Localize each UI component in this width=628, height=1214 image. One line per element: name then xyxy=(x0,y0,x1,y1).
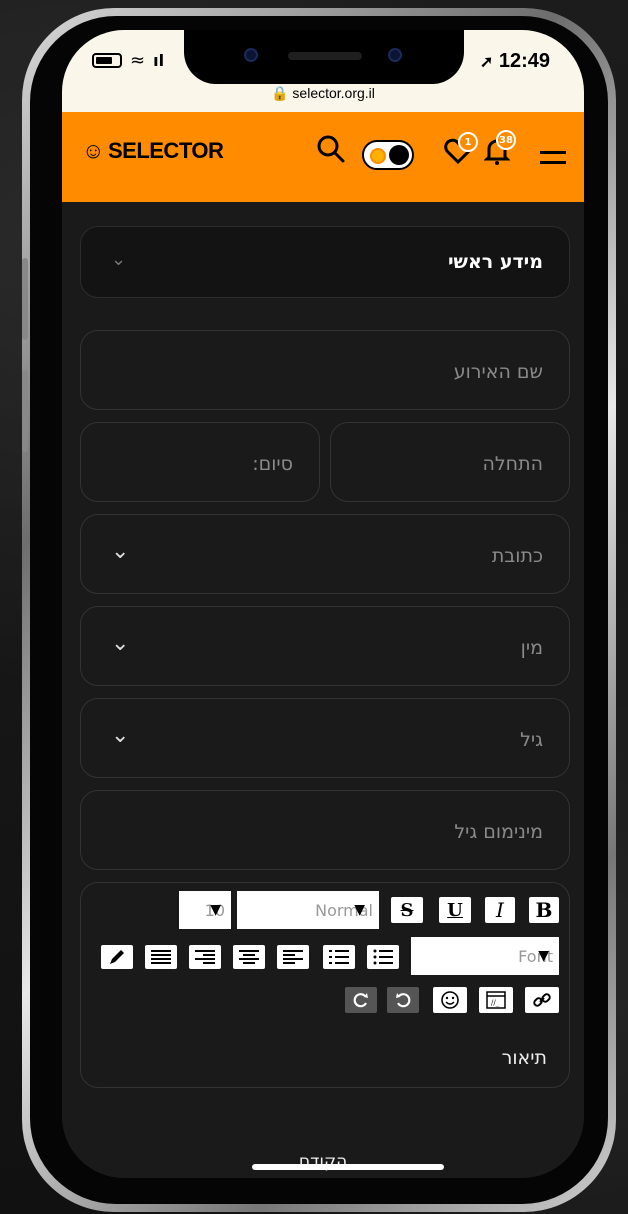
pencil-icon xyxy=(110,950,124,964)
notifications-badge: 38 xyxy=(496,130,516,150)
emoji-button[interactable] xyxy=(433,987,467,1013)
search-icon[interactable] xyxy=(316,134,346,171)
link-icon xyxy=(533,993,551,1007)
strikethrough-button[interactable]: S xyxy=(391,897,423,923)
event-name-field[interactable]: שם האירוע xyxy=(80,330,570,410)
bullet-list-icon xyxy=(373,949,393,965)
align-right-icon xyxy=(195,950,215,964)
chevron-down-icon: ⌄ xyxy=(111,631,130,656)
redo-icon xyxy=(353,993,368,1008)
screen: ≈ ıl ➚ 12:49 🔒 selector.org.il ☺ SELECTOR xyxy=(62,30,584,1178)
align-left-button[interactable] xyxy=(277,945,309,969)
font-select[interactable]: Font ▼ xyxy=(411,937,559,975)
description-editor[interactable]: B I U S Normal ▼ 10 ▼ Font ▼ //_ תיאור xyxy=(80,882,570,1088)
signal-icon: ıl xyxy=(153,51,165,70)
speaker xyxy=(288,52,362,60)
chevron-down-icon: ⌄ xyxy=(111,539,130,564)
gender-label: מין xyxy=(520,637,543,659)
notch xyxy=(184,30,464,84)
camera-icon xyxy=(388,48,402,62)
dropdown-arrow-icon: ▼ xyxy=(354,902,365,918)
code-icon: //_ xyxy=(486,991,506,1009)
align-right-button[interactable] xyxy=(189,945,221,969)
url-text: selector.org.il xyxy=(292,85,375,101)
align-center-button[interactable] xyxy=(233,945,265,969)
dropdown-arrow-icon: ▼ xyxy=(538,948,549,964)
chevron-down-icon: ⌄ xyxy=(111,249,127,270)
undo-icon xyxy=(396,993,411,1008)
side-button xyxy=(22,258,28,340)
camera-icon xyxy=(244,48,258,62)
bold-button[interactable]: B xyxy=(529,897,559,923)
code-button[interactable]: //_ xyxy=(479,987,513,1013)
logo-mask-icon: ☺ xyxy=(82,138,104,163)
logo[interactable]: ☺ SELECTOR xyxy=(82,138,224,164)
link-button[interactable] xyxy=(525,987,559,1013)
min-age-placeholder: מינימום גיל xyxy=(454,821,543,843)
dropdown-arrow-icon: ▼ xyxy=(210,902,221,918)
ordered-list-icon xyxy=(329,950,349,964)
form-content: מידע ראשי ⌄ שם האירוע התחלה סיום: כתובת … xyxy=(62,202,584,1178)
align-center-icon xyxy=(239,950,259,964)
side-button xyxy=(22,370,28,452)
sun-icon xyxy=(370,148,386,164)
min-age-field[interactable]: מינימום גיל xyxy=(80,790,570,870)
battery-icon xyxy=(92,53,122,68)
underline-button[interactable]: U xyxy=(439,897,471,923)
style-select[interactable]: Normal ▼ xyxy=(237,891,379,929)
home-indicator[interactable] xyxy=(252,1164,444,1170)
end-placeholder: סיום: xyxy=(252,453,293,475)
section-main-info[interactable]: מידע ראשי ⌄ xyxy=(80,226,570,298)
brand-text: SELECTOR xyxy=(107,138,224,163)
align-justify-icon xyxy=(151,950,171,964)
ordered-list-button[interactable] xyxy=(323,945,355,969)
align-left-icon xyxy=(283,950,303,964)
time-text: 12:49 xyxy=(498,50,550,72)
chevron-down-icon: ⌄ xyxy=(111,723,130,748)
menu-icon[interactable] xyxy=(540,142,566,175)
location-icon: ➚ xyxy=(479,54,494,71)
gender-select[interactable]: מין ⌄ xyxy=(80,606,570,686)
age-label: גיל xyxy=(520,729,543,751)
lock-icon: 🔒 xyxy=(271,85,289,101)
status-left: ≈ ıl xyxy=(92,50,164,71)
toggle-knob xyxy=(389,145,409,165)
emoji-icon xyxy=(441,991,459,1009)
site-header: ☺ SELECTOR 1 38 xyxy=(62,112,584,202)
url-bar[interactable]: 🔒 selector.org.il xyxy=(62,85,584,102)
status-bar: ≈ ıl ➚ 12:49 🔒 selector.org.il xyxy=(62,30,584,112)
end-field[interactable]: סיום: xyxy=(80,422,320,502)
text-color-button[interactable] xyxy=(101,945,133,969)
size-select[interactable]: 10 ▼ xyxy=(179,891,231,929)
event-name-placeholder: שם האירוע xyxy=(453,361,543,383)
wifi-icon: ≈ xyxy=(130,50,146,71)
favorites-badge: 1 xyxy=(458,132,478,152)
italic-button[interactable]: I xyxy=(485,897,515,923)
theme-toggle[interactable] xyxy=(362,140,414,170)
status-time: ➚ 12:49 xyxy=(480,50,550,73)
align-justify-button[interactable] xyxy=(145,945,177,969)
section-title: מידע ראשי xyxy=(447,251,543,273)
address-select[interactable]: כתובת ⌄ xyxy=(80,514,570,594)
start-field[interactable]: התחלה xyxy=(330,422,570,502)
address-label: כתובת xyxy=(491,545,543,567)
start-placeholder: התחלה xyxy=(482,453,543,475)
description-label: תיאור xyxy=(501,1047,547,1069)
undo-button[interactable] xyxy=(387,987,419,1013)
bullet-list-button[interactable] xyxy=(367,945,399,969)
redo-button[interactable] xyxy=(345,987,377,1013)
svg-text://_: //_ xyxy=(491,999,500,1007)
age-select[interactable]: גיל ⌄ xyxy=(80,698,570,778)
